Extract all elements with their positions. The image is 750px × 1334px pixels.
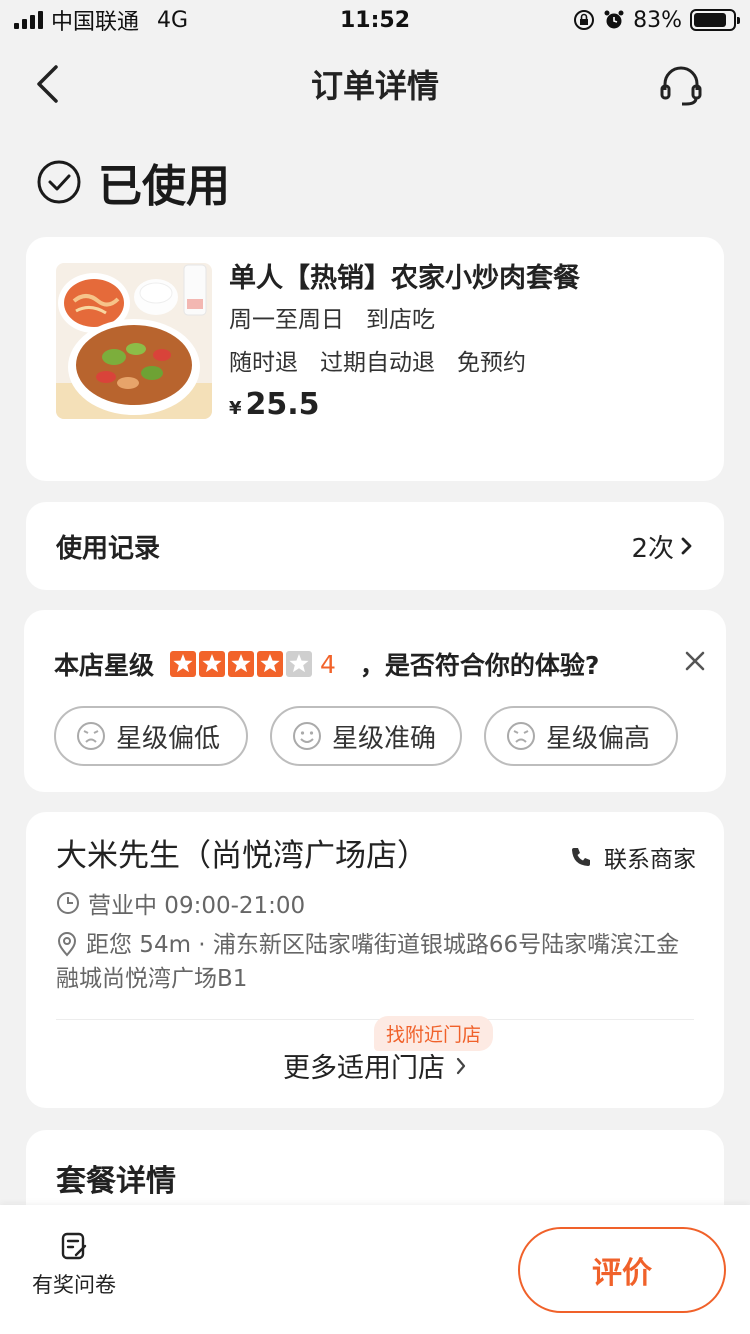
survey-label: 有奖问卷 bbox=[32, 1273, 116, 1297]
chevron-right-icon bbox=[681, 537, 692, 555]
rating-options: 星级偏低 星级准确 星级偏高 bbox=[54, 706, 678, 766]
rating-row: 本店星级 4 ，是否符合你的体验? bbox=[54, 646, 706, 682]
product-card[interactable]: 单人【热销】农家小炒肉套餐 周一至周日 到店吃 随时退 过期自动退 免预约 ¥ … bbox=[26, 237, 724, 481]
product-tags-usage: 周一至周日 到店吃 bbox=[229, 299, 704, 342]
bottom-action-bar: 有奖问卷 评价 bbox=[0, 1205, 750, 1334]
tag-no-reservation: 免预约 bbox=[457, 350, 526, 376]
sad-face-icon bbox=[77, 722, 105, 750]
survey-edit-icon bbox=[61, 1232, 87, 1260]
price-symbol: ¥ bbox=[229, 398, 242, 419]
store-hours-text: 营业中 09:00-21:00 bbox=[88, 893, 306, 919]
rating-low-label: 星级偏低 bbox=[116, 723, 221, 754]
contact-merchant-label: 联系商家 bbox=[604, 847, 696, 873]
tag-refund-anytime: 随时退 bbox=[229, 350, 298, 376]
rating-score: 4 bbox=[320, 649, 336, 679]
product-tags-policy: 随时退 过期自动退 免预约 bbox=[229, 342, 704, 385]
tag-auto-refund: 过期自动退 bbox=[320, 350, 435, 376]
alarm-icon bbox=[604, 10, 624, 29]
chevron-right-icon bbox=[456, 1057, 466, 1074]
price-value: 25.5 bbox=[245, 387, 320, 422]
rating-accurate-label: 星级准确 bbox=[332, 723, 437, 754]
status-bar-right: 83% bbox=[573, 7, 740, 33]
phone-icon bbox=[572, 848, 590, 866]
product-name: 单人【热销】农家小炒肉套餐 bbox=[229, 263, 580, 294]
battery-fill bbox=[694, 13, 726, 27]
star-rating bbox=[170, 651, 313, 677]
rating-question: ，是否符合你的体验? bbox=[359, 651, 600, 680]
star-empty-icon bbox=[286, 651, 313, 677]
chevron-left-icon[interactable] bbox=[30, 62, 70, 106]
rating-high-button[interactable]: 星级偏高 bbox=[484, 706, 678, 766]
divider bbox=[56, 1019, 694, 1020]
orientation-lock-icon bbox=[574, 10, 595, 30]
nav-bar: 订单详情 bbox=[0, 48, 750, 120]
smile-face-icon bbox=[293, 722, 321, 750]
product-info: 单人【热销】农家小炒肉套餐 周一至周日 到店吃 随时退 过期自动退 免预约 ¥ … bbox=[229, 259, 704, 422]
rating-low-button[interactable]: 星级偏低 bbox=[54, 706, 248, 766]
tag-dine-in: 到店吃 bbox=[366, 307, 435, 333]
contact-merchant-button[interactable]: 联系商家 bbox=[570, 840, 696, 874]
location-pin-icon bbox=[57, 932, 77, 957]
product-price: ¥ 25.5 bbox=[229, 387, 704, 422]
frown-face-icon bbox=[507, 722, 535, 750]
star-filled-icon bbox=[199, 651, 226, 677]
review-button[interactable]: 评价 bbox=[518, 1227, 726, 1313]
usage-record-row[interactable]: 使用记录 2次 bbox=[26, 502, 724, 590]
store-name[interactable]: 大米先生（尚悦湾广场店） bbox=[56, 830, 428, 875]
page-title: 订单详情 bbox=[310, 67, 439, 105]
usage-count: 2次 bbox=[631, 533, 674, 564]
usage-label: 使用记录 bbox=[56, 533, 161, 564]
rating-label: 本店星级 bbox=[54, 651, 155, 680]
star-filled-icon bbox=[170, 651, 197, 677]
rating-feedback-card: 本店星级 4 ，是否符合你的体验? 星级偏低 星级准确 星级偏高 bbox=[24, 610, 726, 792]
store-card: 大米先生（尚悦湾广场店） 联系商家 营业中 09:00-21:00 距您 54m… bbox=[26, 812, 724, 1108]
status-bar: 中国联通 4G 11:52 83% bbox=[0, 0, 750, 40]
store-address[interactable]: 距您 54m · 浦东新区陆家嘴街道银城路66号陆家嘴滨江金融城尚悦湾广场B1 bbox=[56, 928, 696, 996]
star-filled-icon bbox=[228, 651, 255, 677]
battery-percent: 83% bbox=[633, 7, 682, 33]
store-hours: 营业中 09:00-21:00 bbox=[56, 886, 305, 920]
package-details-title: 套餐详情 bbox=[56, 1164, 176, 1199]
product-image bbox=[56, 263, 212, 419]
rating-accurate-button[interactable]: 星级准确 bbox=[270, 706, 462, 766]
survey-button[interactable]: 有奖问卷 bbox=[22, 1231, 126, 1299]
carrier-label: 中国联通 bbox=[51, 10, 140, 35]
signal-icon bbox=[14, 11, 43, 29]
store-address-text: 距您 54m · 浦东新区陆家嘴街道银城路66号陆家嘴滨江金融城尚悦湾广场B1 bbox=[56, 932, 680, 992]
more-stores-label: 更多适用门店 bbox=[283, 1053, 445, 1084]
usage-count-wrap: 2次 bbox=[631, 528, 694, 565]
network-label: 4G bbox=[157, 7, 189, 33]
battery-icon bbox=[690, 9, 740, 31]
headset-icon[interactable] bbox=[658, 64, 704, 108]
clock-icon bbox=[57, 892, 79, 914]
rating-high-label: 星级偏高 bbox=[546, 723, 651, 754]
order-status-title: 已使用 bbox=[98, 161, 230, 212]
close-icon[interactable] bbox=[684, 650, 706, 672]
order-status: 已使用 bbox=[36, 150, 230, 214]
more-stores-link[interactable]: 更多适用门店 bbox=[26, 1046, 724, 1085]
star-filled-icon bbox=[257, 651, 284, 677]
status-bar-left: 中国联通 4G bbox=[14, 4, 188, 36]
tag-days: 周一至周日 bbox=[229, 307, 344, 333]
check-circle-icon bbox=[37, 160, 81, 204]
